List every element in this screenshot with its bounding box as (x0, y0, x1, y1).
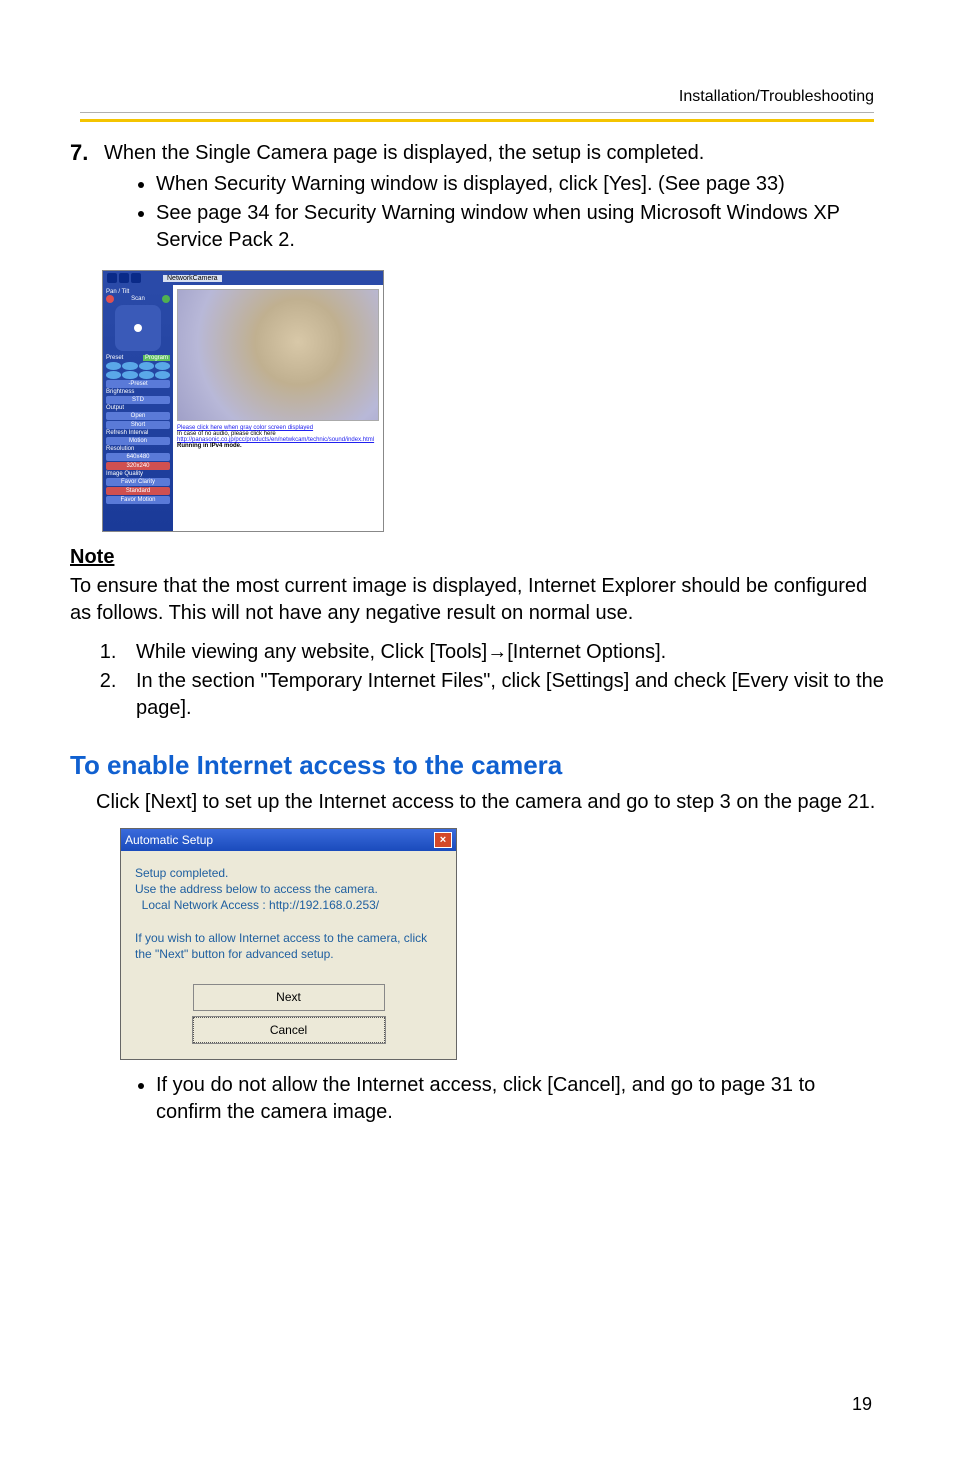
preset-label: Preset (106, 355, 141, 361)
dialog-line: Local Network Access : http://192.168.0.… (135, 897, 442, 913)
quality-label: Image Quality (106, 471, 170, 477)
step-bullet: See page 34 for Security Warning window … (156, 200, 884, 254)
pan-tilt-control (115, 305, 161, 351)
ipv4-mode-text: Running in IPv4 mode. (177, 443, 242, 449)
cancel-button[interactable]: Cancel (193, 1017, 385, 1043)
dialog-line: If you wish to allow Internet access to … (135, 930, 442, 962)
program-label: Program (143, 355, 170, 361)
res-640: 640x480 (106, 453, 170, 461)
section-body: Click [Next] to set up the Internet acce… (96, 789, 884, 816)
std-button: STD (106, 396, 170, 404)
audio-icon (131, 273, 141, 283)
step-bullet: When Security Warning window is displaye… (156, 171, 884, 198)
refresh-label: Refresh Interval (106, 430, 170, 436)
note-list-item: While viewing any website, Click [Tools]… (122, 639, 884, 666)
step-number: 7. (70, 140, 104, 262)
automatic-setup-dialog: Automatic Setup × Setup completed. Use t… (120, 828, 457, 1060)
step-text: When the Single Camera page is displayed… (104, 142, 704, 164)
scan-label: Scan (131, 296, 145, 302)
standard-button: Standard (106, 487, 170, 495)
output-label: Output (106, 405, 170, 411)
screenshot-title: NetworkCamera (163, 275, 222, 282)
note-body: To ensure that the most current image is… (70, 573, 884, 627)
camera-preview-image (177, 289, 379, 421)
page-number: 19 (852, 1394, 872, 1415)
zoom-icon (119, 273, 129, 283)
close-icon[interactable]: × (434, 832, 452, 848)
brightness-label: Brightness (106, 389, 170, 395)
scan-right-icon (162, 295, 170, 303)
single-camera-screenshot: NetworkCamera Pan / Tilt Scan Preset Pro… (102, 270, 384, 532)
resolution-label: Resolution (106, 446, 170, 452)
short-button: Short (106, 421, 170, 429)
dialog-title: Automatic Setup (125, 833, 213, 847)
motion-quality-button: Favor Motion (106, 496, 170, 504)
motion-select: Motion (106, 437, 170, 445)
section-heading: To enable Internet access to the camera (70, 750, 884, 781)
res-320: 320x240 (106, 462, 170, 470)
dialog-line: Use the address below to access the came… (135, 881, 442, 897)
next-button[interactable]: Next (193, 984, 385, 1010)
note-heading: Note (70, 546, 884, 569)
note-list-item: In the section "Temporary Internet Files… (122, 668, 884, 722)
dialog-line: Setup completed. (135, 865, 442, 881)
open-button: Open (106, 412, 170, 420)
clarity-button: Favor Clarity (106, 478, 170, 486)
home-icon (107, 273, 117, 283)
post-dialog-bullet: If you do not allow the Internet access,… (156, 1072, 884, 1126)
header-breadcrumb: Installation/Troubleshooting (679, 88, 874, 106)
scan-left-icon (106, 295, 114, 303)
header-rule (80, 112, 874, 122)
preset-select: -Preset (106, 380, 170, 388)
